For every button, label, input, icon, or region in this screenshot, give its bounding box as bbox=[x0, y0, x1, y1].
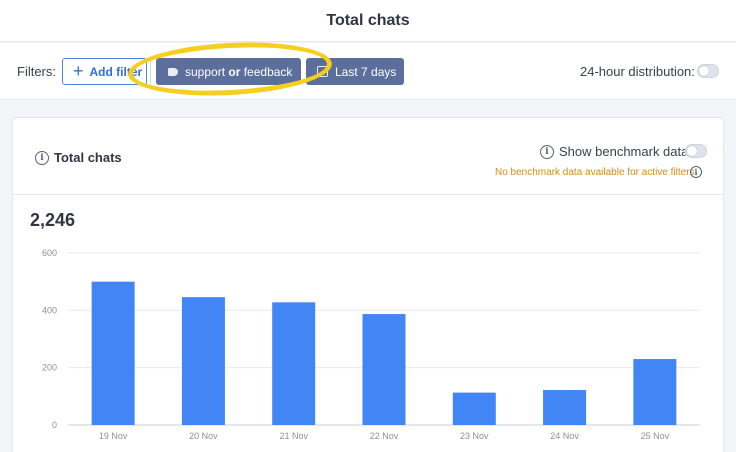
card-title: Total chats bbox=[54, 150, 122, 165]
distribution-toggle[interactable] bbox=[697, 64, 719, 78]
date-range-label: Last 7 days bbox=[335, 64, 397, 79]
filters-label: Filters: bbox=[17, 64, 56, 79]
calendar-icon bbox=[317, 66, 328, 77]
total-value: 2,246 bbox=[30, 210, 76, 230]
tag-filter-part2: feedback bbox=[243, 64, 293, 79]
tag-filter-chip[interactable]: support or feedback bbox=[156, 58, 301, 85]
total-chats-card: i Total chats i Show benchmark data No b… bbox=[12, 117, 724, 452]
benchmark-label: Show benchmark data bbox=[559, 144, 689, 159]
bar bbox=[452, 392, 496, 425]
y-tick-label: 400 bbox=[42, 305, 57, 315]
filter-divider bbox=[150, 59, 151, 84]
add-filter-label: Add filter bbox=[89, 64, 143, 79]
x-tick-label: 22 Nov bbox=[370, 431, 399, 441]
benchmark-toggle[interactable] bbox=[685, 144, 707, 158]
y-tick-label: 200 bbox=[42, 363, 57, 373]
tag-filter-connector: or bbox=[228, 64, 241, 79]
x-tick-label: 23 Nov bbox=[460, 431, 489, 441]
benchmark-note-info-icon[interactable]: i bbox=[690, 166, 702, 178]
filter-bar: Filters: + Add filter support or feedbac… bbox=[0, 43, 736, 100]
tag-filter-part1: support bbox=[185, 64, 226, 79]
x-tick-label: 24 Nov bbox=[550, 431, 579, 441]
bar-chart: 0 200 400 600 19 Nov 20 Nov 21 Nov 22 Nov 23 Nov… bbox=[42, 248, 700, 441]
y-tick-label: 0 bbox=[52, 420, 57, 430]
distribution-label: 24-hour distribution: bbox=[580, 64, 695, 79]
card-header: i Total chats i Show benchmark data No b… bbox=[13, 118, 723, 195]
bar bbox=[543, 390, 587, 425]
add-filter-button[interactable]: + Add filter bbox=[62, 58, 147, 85]
page-header: Total chats bbox=[0, 0, 736, 42]
x-tick-label: 21 Nov bbox=[279, 431, 308, 441]
x-tick-label: 25 Nov bbox=[641, 431, 670, 441]
benchmark-note: No benchmark data available for active f… bbox=[495, 167, 695, 178]
bar bbox=[91, 281, 135, 425]
plus-icon: + bbox=[73, 60, 84, 81]
tag-filter-text: support or feedback bbox=[185, 65, 292, 79]
bar bbox=[272, 302, 316, 425]
info-icon[interactable]: i bbox=[35, 151, 49, 165]
x-tick-label: 19 Nov bbox=[99, 431, 128, 441]
date-range-chip[interactable]: Last 7 days bbox=[306, 58, 404, 85]
bar bbox=[362, 314, 406, 425]
page-title: Total chats bbox=[326, 11, 410, 29]
x-tick-label: 20 Nov bbox=[189, 431, 218, 441]
benchmark-info-icon[interactable]: i bbox=[540, 145, 554, 159]
tag-icon bbox=[168, 67, 178, 76]
bar bbox=[633, 359, 677, 425]
bar bbox=[181, 297, 225, 425]
y-tick-label: 600 bbox=[42, 248, 57, 258]
